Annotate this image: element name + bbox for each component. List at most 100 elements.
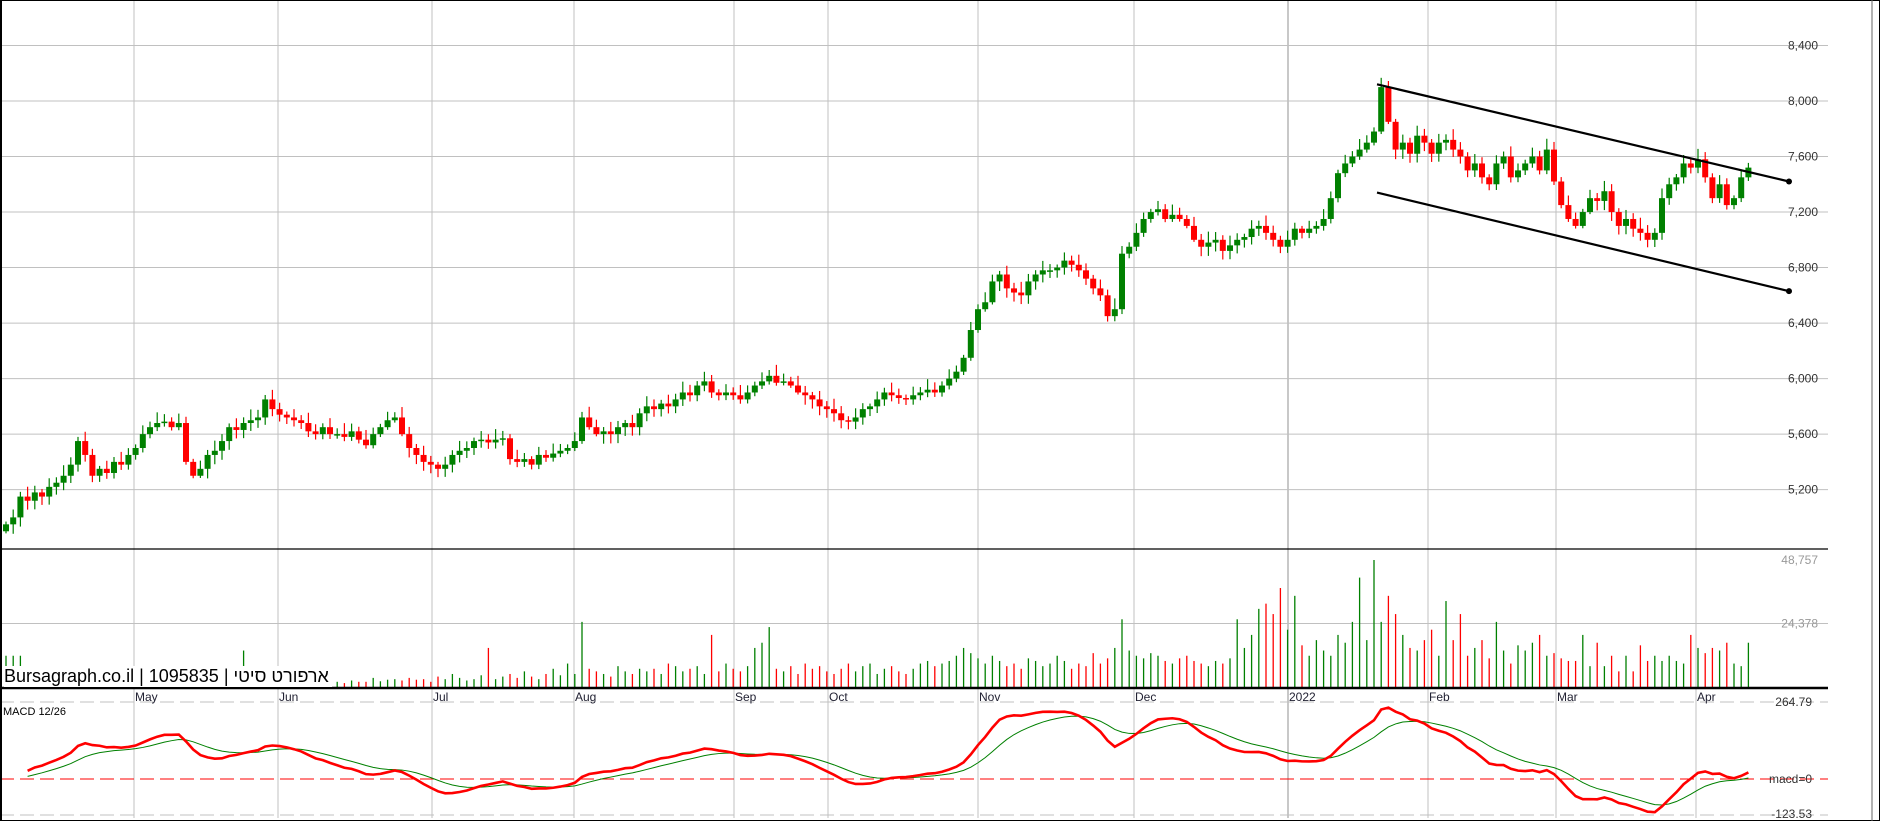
candle-up — [1234, 239, 1241, 246]
candle-down — [507, 438, 513, 460]
trendline-handle-upper — [1786, 178, 1792, 185]
candle-up — [75, 441, 81, 465]
candle-down — [1464, 156, 1471, 171]
candle-down — [1723, 184, 1730, 206]
candle-up — [1342, 163, 1349, 174]
candle-down — [355, 431, 362, 440]
candle-down — [1104, 295, 1111, 317]
candle-up — [1025, 281, 1032, 296]
candle-up — [1313, 225, 1320, 229]
candle-up — [255, 417, 261, 421]
candle-down — [406, 434, 413, 448]
candle-up — [751, 385, 758, 393]
candle-up — [1738, 177, 1745, 199]
candle-up — [499, 438, 506, 440]
date-label: Nov — [979, 690, 1000, 704]
candle-up — [881, 392, 888, 400]
candle-down — [1615, 212, 1622, 226]
candle-down — [39, 492, 45, 497]
candle-down — [802, 392, 809, 396]
candle-down — [809, 395, 816, 400]
candle-up — [478, 439, 485, 442]
candle-up — [615, 427, 621, 435]
price-tick-label: 6,000 — [1788, 372, 1818, 386]
candle-down — [514, 459, 521, 462]
candle-up — [492, 439, 499, 443]
candle-up — [456, 450, 463, 455]
candle-up — [1327, 198, 1334, 219]
candle-up — [859, 409, 866, 418]
candle-up — [1227, 245, 1233, 251]
candle-up — [701, 381, 708, 386]
candle-up — [600, 431, 607, 435]
candle-up — [449, 454, 456, 465]
candle-up — [211, 450, 218, 455]
candle-down — [427, 461, 434, 465]
candle-up — [550, 453, 557, 458]
volume-tick-label: 48,757 — [1781, 553, 1818, 567]
candle-up — [319, 427, 326, 435]
candle-up — [147, 427, 153, 435]
chart-caption: Bursagraph.co.il | 1095835 | ארפורט סיטי — [4, 666, 332, 687]
candle-down — [420, 454, 427, 462]
candle-up — [989, 281, 996, 303]
candle-up — [643, 406, 650, 414]
candle-up — [1169, 214, 1176, 219]
candle-down — [1536, 156, 1543, 171]
candle-up — [1371, 131, 1377, 143]
candle-up — [1047, 270, 1053, 272]
candle-down — [687, 392, 693, 396]
candle-down — [773, 375, 780, 383]
candle-up — [348, 431, 355, 437]
candle-down — [931, 389, 938, 393]
candle-down — [730, 392, 737, 396]
candle-up — [780, 381, 787, 383]
candle-down — [845, 420, 852, 422]
date-label: Dec — [1135, 690, 1156, 704]
candle-up — [924, 389, 931, 393]
candle-down — [1392, 121, 1399, 150]
candle-down — [1083, 270, 1089, 279]
candle-down — [1068, 260, 1075, 265]
candle-up — [975, 309, 981, 331]
candle-down — [715, 392, 722, 396]
candle-up — [391, 417, 398, 421]
candle-down — [485, 439, 492, 443]
candle-up — [939, 385, 945, 393]
candle-down — [1507, 156, 1514, 178]
candle-down — [831, 409, 837, 414]
candle-down — [1594, 198, 1601, 201]
candle-up — [111, 461, 117, 473]
price-tick-label: 7,200 — [1788, 205, 1818, 219]
candle-up — [1522, 163, 1529, 171]
candle-down — [629, 423, 636, 428]
candle-down — [543, 454, 549, 458]
candle-down — [89, 454, 96, 476]
candle-up — [1731, 198, 1737, 206]
macd-title: MACD 12/26 — [3, 706, 66, 718]
candle-down — [1198, 239, 1205, 247]
candle-up — [672, 399, 679, 407]
candle-up — [1133, 232, 1140, 247]
candle-up — [1493, 163, 1500, 185]
candle-down — [1551, 149, 1557, 182]
candle-up — [1659, 198, 1665, 233]
candle-up — [658, 403, 665, 410]
macd-tick-label: -123.53 — [1771, 807, 1812, 821]
candle-up — [1543, 149, 1550, 171]
candle-down — [1270, 232, 1277, 240]
candle-down — [1687, 163, 1694, 168]
candle-up — [917, 392, 924, 396]
candle-up — [463, 448, 470, 451]
candle-down — [1486, 177, 1493, 185]
candle-down — [1299, 228, 1305, 233]
candle-up — [1378, 87, 1385, 132]
candle-down — [1428, 142, 1435, 154]
candle-up — [1119, 253, 1125, 310]
candle-down — [1097, 288, 1104, 296]
candle-up — [1306, 228, 1313, 233]
candle-down — [593, 427, 600, 435]
candle-up — [1500, 156, 1507, 164]
candle-up — [1673, 177, 1680, 185]
candle-up — [1284, 239, 1291, 247]
